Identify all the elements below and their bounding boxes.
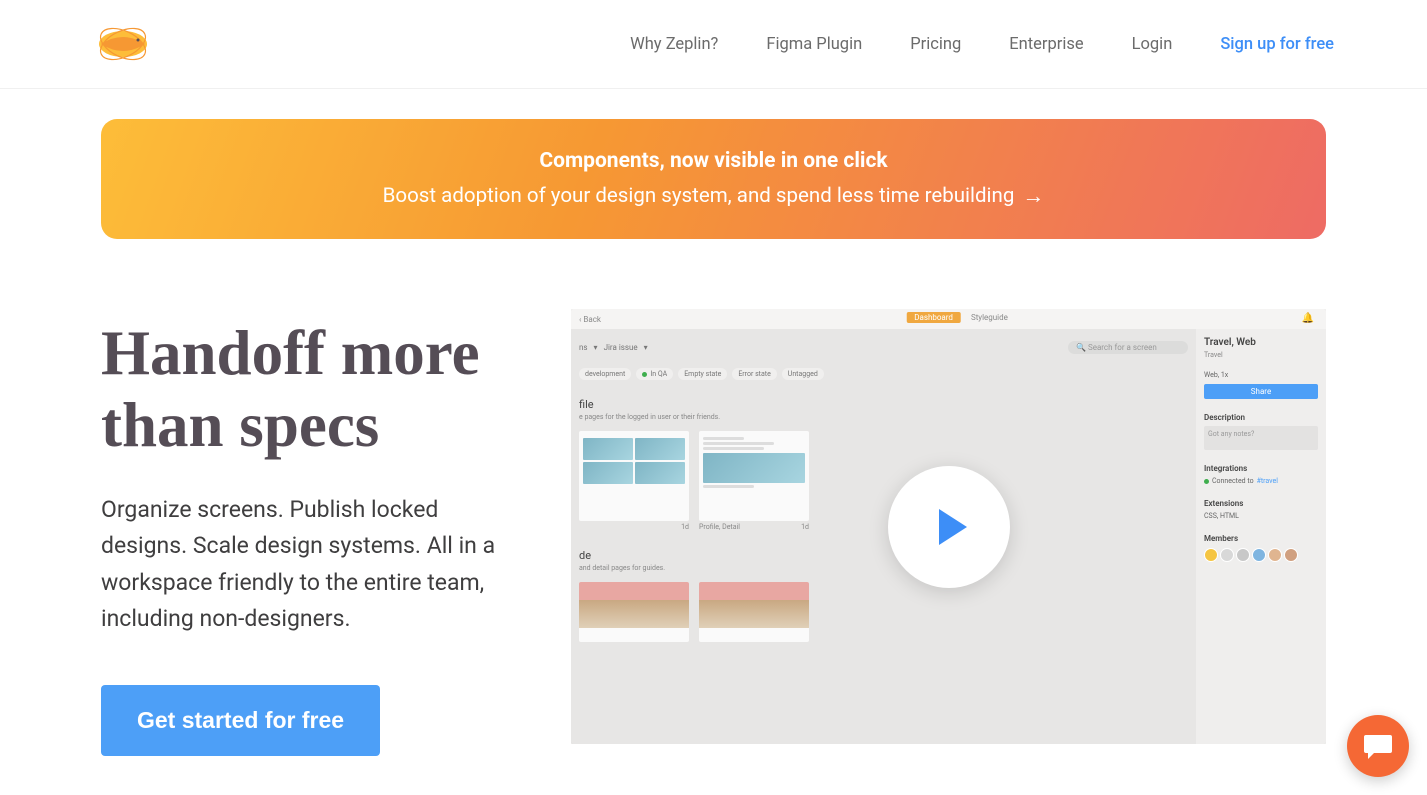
hero-title: Handoff more than specs: [101, 317, 511, 462]
chip-untagged: Untagged: [782, 368, 824, 380]
chat-icon: [1362, 731, 1394, 761]
notes-box: Got any notes?: [1204, 426, 1318, 450]
section-de-sub: and detail pages for guides.: [579, 564, 1188, 572]
preview-card: [579, 582, 689, 642]
nav-signup[interactable]: Sign up for free: [1220, 35, 1334, 54]
section-de: de: [579, 549, 1188, 562]
main-nav: Why Zeplin? Figma Plugin Pricing Enterpr…: [630, 35, 1334, 54]
play-icon: [939, 509, 967, 545]
arrow-right-icon: →: [1022, 183, 1044, 209]
member-avatars: [1204, 548, 1318, 562]
hero-content: Handoff more than specs Organize screens…: [101, 309, 511, 756]
section-file-sub: e pages for the logged in user or their …: [579, 413, 1188, 421]
nav-enterprise[interactable]: Enterprise: [1009, 35, 1083, 54]
hero-description: Organize screens. Publish locked designs…: [101, 492, 511, 637]
chip-error-state: Error state: [732, 368, 776, 380]
preview-header: ‹ Back Dashboard Styleguide 🔔: [571, 309, 1326, 329]
preview-card: [699, 582, 809, 642]
banner-title: Components, now visible in one click: [141, 149, 1286, 173]
video-preview-container: ‹ Back Dashboard Styleguide 🔔 ns▾ Jira i…: [571, 309, 1326, 744]
styleguide-tab: Styleguide: [967, 312, 1012, 323]
preview-sidebar: Travel, Web Travel Web, 1x Share Descrip…: [1196, 329, 1326, 744]
bell-icon: 🔔: [1302, 313, 1314, 324]
back-button: ‹ Back: [579, 315, 601, 324]
announcement-banner[interactable]: Components, now visible in one click Boo…: [101, 119, 1326, 239]
chip-development: development: [579, 368, 631, 380]
banner-subtitle: Boost adoption of your design system, an…: [383, 183, 1045, 209]
chip-in-qa: In QA: [636, 368, 673, 380]
site-header: Why Zeplin? Figma Plugin Pricing Enterpr…: [0, 0, 1427, 89]
chip-empty-state: Empty state: [678, 368, 727, 380]
share-button: Share: [1204, 384, 1318, 399]
dashboard-tab: Dashboard: [906, 312, 961, 323]
play-video-button[interactable]: [888, 466, 1010, 588]
preview-search: 🔍 Search for a screen: [1068, 341, 1188, 354]
preview-main: ns▾ Jira issue▾ 🔍 Search for a screen de…: [571, 329, 1196, 744]
nav-login[interactable]: Login: [1132, 35, 1173, 54]
nav-why-zeplin[interactable]: Why Zeplin?: [630, 35, 718, 54]
preview-card: 1d: [579, 431, 689, 531]
get-started-button[interactable]: Get started for free: [101, 685, 380, 756]
sidebar-title: Travel, Web: [1204, 337, 1318, 348]
nav-pricing[interactable]: Pricing: [910, 35, 961, 54]
nav-figma-plugin[interactable]: Figma Plugin: [766, 35, 862, 54]
preview-card: Profile, Detail1d: [699, 431, 809, 531]
section-file: file: [579, 398, 1188, 411]
zeplin-logo[interactable]: [93, 20, 153, 68]
chat-widget-button[interactable]: [1347, 715, 1409, 777]
